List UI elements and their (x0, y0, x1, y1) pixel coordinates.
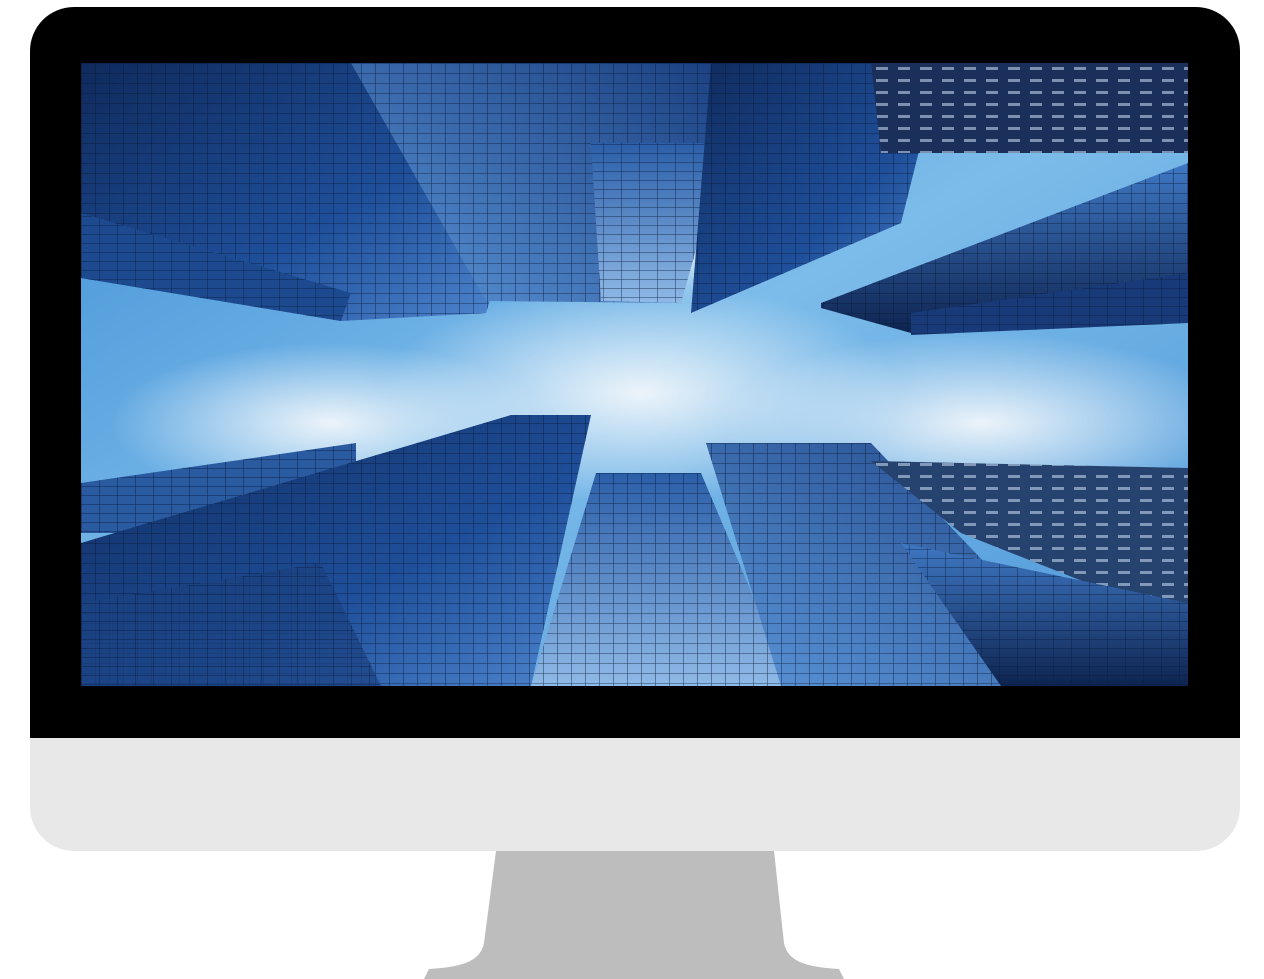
monitor-screen (81, 63, 1188, 686)
stand-shape (424, 851, 844, 979)
skyscraper-photo (81, 63, 1188, 686)
monitor-chin (30, 738, 1240, 851)
monitor-stand (424, 851, 844, 979)
monitor-mockup (0, 0, 1264, 979)
